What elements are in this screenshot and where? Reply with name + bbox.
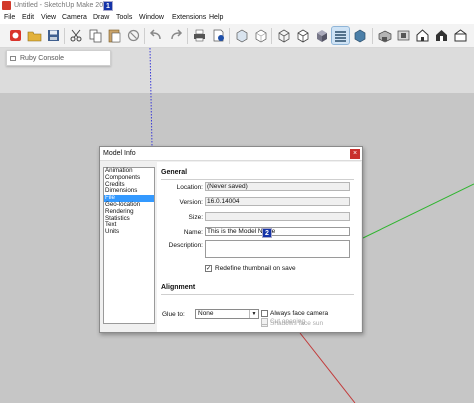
redefine-thumbnail-label: Redefine thumbnail on save xyxy=(215,265,296,272)
category-item-units[interactable]: Units xyxy=(104,228,154,236)
version-field: 16.0.14004 xyxy=(205,197,350,206)
menu-window[interactable]: Window xyxy=(139,14,164,21)
top-view-icon[interactable] xyxy=(395,27,412,44)
hidden-line-icon[interactable] xyxy=(294,27,311,44)
menu-extensions[interactable]: Extensions xyxy=(172,14,206,21)
main-toolbar xyxy=(0,24,474,48)
glue-to-value: None xyxy=(198,310,214,317)
print-icon[interactable] xyxy=(191,27,208,44)
redefine-thumbnail-checkbox[interactable]: ✓ xyxy=(205,265,212,272)
chevron-down-icon[interactable]: ▼ xyxy=(249,310,258,318)
file-settings-panel: General Location: (Never saved) Version:… xyxy=(157,162,361,332)
back-edges-icon[interactable] xyxy=(252,27,269,44)
general-divider xyxy=(161,179,354,180)
cut-opening-checkbox[interactable] xyxy=(261,318,268,325)
location-field: (Never saved) xyxy=(205,182,350,191)
dialog-titlebar[interactable]: Model Info × xyxy=(100,147,362,161)
menu-draw[interactable]: Draw xyxy=(93,14,109,21)
menu-edit[interactable]: Edit xyxy=(22,14,34,21)
front-view-icon[interactable] xyxy=(414,27,431,44)
window-icon xyxy=(10,56,16,61)
general-heading: General xyxy=(161,169,188,176)
cut-scissors-icon[interactable] xyxy=(68,27,85,44)
glue-to-label: Glue to: xyxy=(162,311,185,318)
size-field xyxy=(205,212,350,221)
menu-tools[interactable]: Tools xyxy=(116,14,132,21)
window-title: Untitled - SketchUp Make 2016 xyxy=(14,2,111,9)
alignment-divider xyxy=(161,294,354,295)
redo-icon[interactable] xyxy=(167,27,184,44)
version-label: Version: xyxy=(179,199,204,206)
glue-to-select[interactable]: None ▼ xyxy=(195,309,259,319)
always-face-camera-checkbox[interactable] xyxy=(261,310,268,317)
close-icon[interactable]: × xyxy=(350,149,360,159)
back-view-icon[interactable] xyxy=(452,27,469,44)
wireframe-icon[interactable] xyxy=(275,27,292,44)
shaded-textures-icon[interactable] xyxy=(331,26,350,45)
name-label: Name: xyxy=(183,229,203,236)
step-badge-1: 1 xyxy=(103,1,113,11)
cut-opening-label: Cut opening xyxy=(270,318,306,325)
xray-icon[interactable] xyxy=(233,27,250,44)
paste-icon[interactable] xyxy=(106,27,123,44)
shaded-icon[interactable] xyxy=(313,27,330,44)
step-badge-2: 2 xyxy=(262,228,272,238)
size-label: Size: xyxy=(188,214,203,221)
erase-circle-icon[interactable] xyxy=(125,27,142,44)
description-label: Description: xyxy=(168,242,203,249)
menubar: File Edit View Camera Draw Tools Window … xyxy=(0,12,474,24)
model-info-icon[interactable] xyxy=(210,27,227,44)
save-icon[interactable] xyxy=(45,27,62,44)
model-name-input[interactable]: This is the Model Name xyxy=(205,227,350,236)
location-label: Location: xyxy=(176,184,203,191)
monochrome-icon[interactable] xyxy=(351,27,368,44)
menu-camera[interactable]: Camera xyxy=(62,14,87,21)
copy-icon[interactable] xyxy=(87,27,104,44)
green-axis xyxy=(362,183,474,239)
undo-icon[interactable] xyxy=(148,27,165,44)
titlebar: Untitled - SketchUp Make 2016 xyxy=(0,0,474,12)
category-list: Animation Components Credits Dimensions … xyxy=(103,167,155,324)
iso-view-icon[interactable] xyxy=(376,27,393,44)
ruby-console-label: Ruby Console xyxy=(20,55,64,62)
menu-view[interactable]: View xyxy=(41,14,56,21)
right-view-icon[interactable] xyxy=(433,27,450,44)
menu-file[interactable]: File xyxy=(4,14,15,21)
model-info-dialog: Model Info × Animation Components Credit… xyxy=(99,146,363,333)
new-model-icon[interactable] xyxy=(7,27,24,44)
dialog-title: Model Info xyxy=(103,150,136,157)
open-folder-icon[interactable] xyxy=(26,27,43,44)
blue-axis-dotted xyxy=(149,48,153,147)
ruby-console-window[interactable]: Ruby Console xyxy=(6,50,111,66)
description-textarea[interactable] xyxy=(205,240,350,258)
always-face-camera-label: Always face camera xyxy=(270,310,329,317)
alignment-heading: Alignment xyxy=(161,284,196,291)
menu-help[interactable]: Help xyxy=(209,14,223,21)
red-axis xyxy=(299,332,356,403)
sketchup-app-icon xyxy=(2,1,11,10)
